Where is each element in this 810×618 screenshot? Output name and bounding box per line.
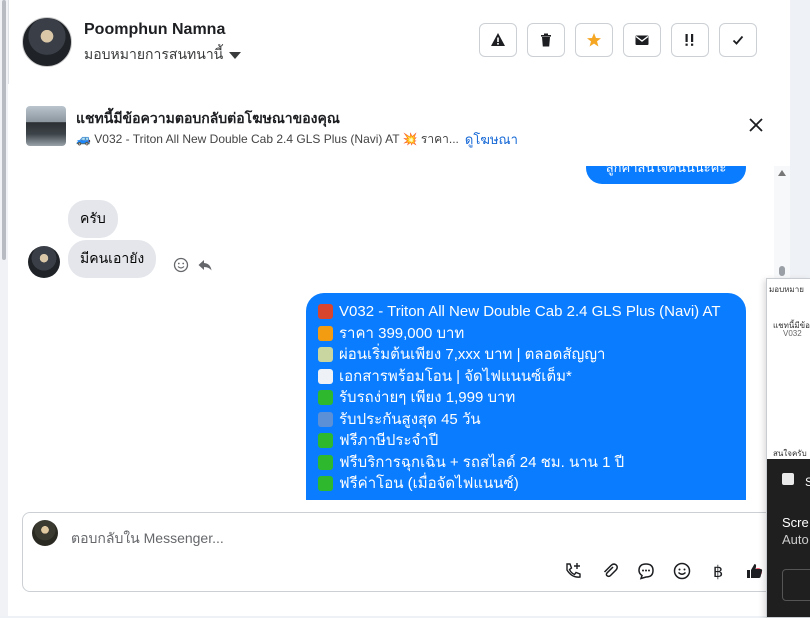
call-add-icon[interactable] (563, 561, 583, 581)
message-line: ฟรีค่าโอน (เมื่อจัดไฟแนนซ์) (318, 473, 746, 495)
contact-avatar[interactable] (22, 17, 72, 67)
conversation-header: Poomphun Namna มอบหมายการสนทนานี้ (8, 0, 790, 85)
view-ad-link[interactable]: ดูโฆษณา (465, 129, 518, 150)
check-icon (732, 35, 744, 45)
emoji-icon[interactable] (672, 561, 692, 581)
ad-banner-title: แชทนี้มีข้อความตอบกลับต่อโฆษณาของคุณ (76, 110, 340, 126)
outgoing-message[interactable]: ลูกค้าสนใจคันนี้นะคะ (586, 166, 746, 184)
mail-icon (635, 35, 649, 45)
overlay-text: มอบหมาย (769, 285, 804, 294)
boom-icon (318, 325, 333, 341)
thumbs-up-icon[interactable] (745, 561, 765, 581)
ad-thumbnail[interactable] (26, 106, 66, 146)
chat-panel: Poomphun Namna มอบหมายการสนทนานี้ แชทนี้… (0, 0, 790, 616)
message-line: V032 - Triton All New Double Cab 2.4 GLS… (318, 301, 746, 323)
message-line: ผ่อนเริ่มต้นเพียง 7,xxx บาท | ตลอดสัญญา (318, 344, 746, 366)
message-line: ราคา 399,000 บาท (318, 323, 746, 345)
contact-name[interactable]: Poomphun Namna (84, 21, 225, 39)
assign-conversation-dropdown[interactable]: มอบหมายการสนทนานี้ (84, 44, 242, 66)
priority-icon (685, 34, 694, 46)
mark-done-button[interactable] (719, 23, 757, 57)
saved-replies-icon[interactable] (636, 561, 656, 581)
star-button[interactable] (575, 23, 613, 57)
composer: ตอบกลับใน Messenger... ฿ (8, 500, 790, 616)
assign-label: มอบหมายการสนทนานี้ (84, 46, 224, 62)
svg-text:฿: ฿ (713, 562, 723, 581)
trash-icon (541, 33, 551, 47)
follow-up-button[interactable] (671, 23, 709, 57)
message-line: ฟรีภาษีประจำปี (318, 430, 746, 452)
page-avatar (32, 520, 58, 546)
close-icon[interactable] (748, 117, 764, 133)
floating-window[interactable]: มอบหมาย แชทนี้มีข้อค V032 สนใจครับ S Scr… (766, 278, 810, 618)
reply-placeholder[interactable]: ตอบกลับใน Messenger... (71, 528, 224, 550)
car-icon (318, 304, 333, 320)
attachment-icon[interactable] (600, 561, 620, 581)
scroll-thumb[interactable] (779, 266, 785, 276)
warning-icon (491, 33, 505, 46)
report-button[interactable] (479, 23, 517, 57)
payment-icon[interactable]: ฿ (709, 561, 729, 581)
ad-summary: 🚙 V032 - Triton All New Double Cab 2.4 G… (76, 129, 518, 150)
smiley-react-icon[interactable] (173, 257, 189, 273)
message-line: ฟรีบริการฉุกเฉิน + รถสไลด์ 24 ชม. นาน 1 … (318, 452, 746, 474)
shield-icon (318, 411, 333, 427)
message-line: เอกสารพร้อมโอน | จัดไฟแนนซ์เต็ม* (318, 366, 746, 388)
sender-avatar[interactable] (28, 246, 60, 278)
reply-input[interactable]: ตอบกลับใน Messenger... ฿ (22, 512, 778, 592)
check-mark-icon (318, 390, 333, 406)
check-mark-icon (318, 433, 333, 449)
incoming-message[interactable]: มีคนเอายัง (68, 240, 157, 278)
scroll-up-arrow-icon[interactable] (778, 170, 786, 176)
message-line: รับรถง่ายๆ เพียง 1,999 บาท (318, 387, 746, 409)
overlay-button[interactable] (782, 569, 810, 601)
mark-unread-button[interactable] (623, 23, 661, 57)
message-thread[interactable]: ลูกค้าสนใจคันนี้นะคะ ครับ มีคนเอายัง V03… (8, 166, 774, 500)
money-icon (318, 347, 333, 363)
overlay-letter: S (805, 475, 810, 489)
star-icon (587, 33, 601, 47)
left-scroll-thumb[interactable] (2, 0, 6, 260)
check-mark-icon (318, 476, 333, 492)
ad-reply-banner: แชทนี้มีข้อความตอบกลับต่อโฆษณาของคุณ 🚙 V… (8, 84, 790, 167)
overlay-title: Scre (782, 515, 809, 530)
ad-summary-text: 🚙 V032 - Triton All New Double Cab 2.4 G… (76, 132, 459, 146)
overlay-dark-panel: S Scre Auto (767, 459, 810, 617)
delete-button[interactable] (527, 23, 565, 57)
outgoing-message[interactable]: V032 - Triton All New Double Cab 2.4 GLS… (306, 293, 746, 500)
check-mark-icon (318, 454, 333, 470)
overlay-text: V032 (783, 329, 802, 338)
overlay-subtitle: Auto (782, 532, 809, 547)
message-line: รับประกันสูงสุด 45 วัน (318, 409, 746, 431)
document-icon (318, 368, 333, 384)
app-icon (782, 473, 794, 485)
incoming-message[interactable]: ครับ (68, 200, 118, 238)
reply-icon[interactable] (197, 257, 213, 273)
chevron-down-icon (229, 51, 242, 59)
